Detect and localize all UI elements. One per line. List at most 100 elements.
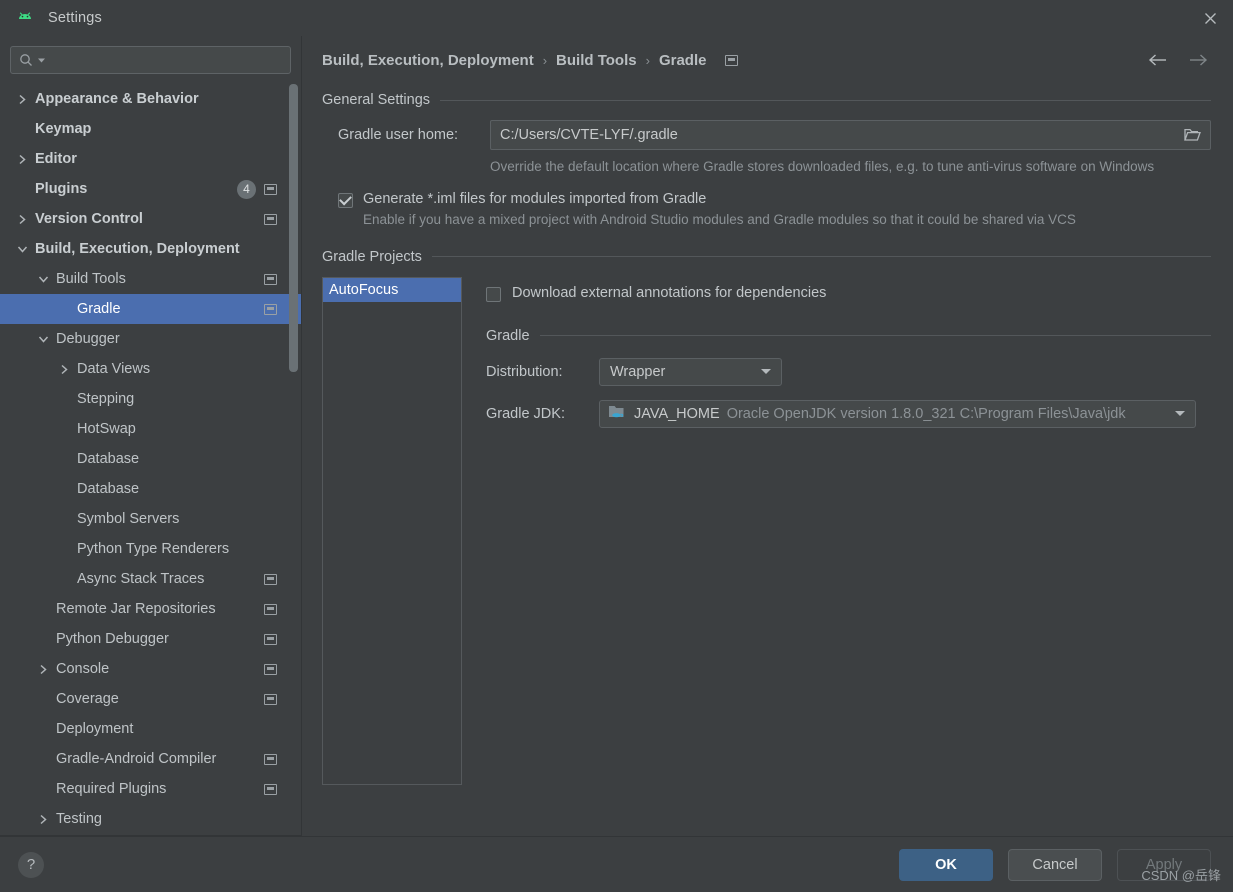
sidebar-item-version-control[interactable]: Version Control <box>0 204 301 234</box>
breadcrumb-item-1[interactable]: Build Tools <box>556 52 637 69</box>
sidebar-item-gradle-android-compiler[interactable]: Gradle-Android Compiler <box>0 744 301 774</box>
sidebar-item-plugins[interactable]: Plugins 4 <box>0 174 301 204</box>
sidebar-item-keymap[interactable]: Keymap <box>0 114 301 144</box>
sidebar-item-symbol-servers[interactable]: Symbol Servers <box>0 504 301 534</box>
sidebar-item-markers <box>256 573 277 585</box>
chevron-down-icon[interactable] <box>35 331 51 347</box>
sidebar-item-stepping[interactable]: Stepping <box>0 384 301 414</box>
generate-iml-label: Generate *.iml files for modules importe… <box>363 190 707 207</box>
sidebar-item-label: Coverage <box>56 691 119 707</box>
arrow-left-icon[interactable] <box>1147 49 1169 71</box>
folder-icon[interactable] <box>1178 122 1206 148</box>
sidebar-item-data-views[interactable]: Data Views <box>0 354 301 384</box>
sidebar-item-label: Console <box>56 661 110 677</box>
sidebar-item-deployment[interactable]: Deployment <box>0 714 301 744</box>
general-settings-header: General Settings <box>322 92 1211 108</box>
sidebar-item-required-plugins[interactable]: Required Plugins <box>0 774 301 804</box>
sidebar-item-markers <box>256 753 277 765</box>
search-dropdown-caret-icon[interactable] <box>38 57 45 64</box>
sidebar-item-label: Editor <box>35 151 77 167</box>
generate-iml-checkbox[interactable] <box>338 192 353 208</box>
settings-content: General Settings Gradle user home: C:/Us… <box>302 84 1233 836</box>
gradle-subsection-title: Gradle <box>486 327 530 344</box>
footer-buttons: OK Cancel Apply <box>899 848 1211 881</box>
arrow-right-icon[interactable] <box>1187 49 1209 71</box>
sidebar-item-testing[interactable]: Testing <box>0 804 301 834</box>
chevron-down-icon[interactable] <box>35 271 51 287</box>
gradle-projects-body: AutoFocus Download external annotations … <box>322 276 1211 785</box>
sidebar-item-label: Python Type Renderers <box>77 541 230 557</box>
title-bar-left: Settings <box>0 9 102 27</box>
sidebar-item-editor[interactable]: Editor <box>0 144 301 174</box>
sidebar-item-label: Version Control <box>35 211 143 227</box>
generate-iml-sub-hint: Enable if you have a mixed project with … <box>363 211 1076 227</box>
sidebar-item-async-stack-traces[interactable]: Async Stack Traces <box>0 564 301 594</box>
apply-button[interactable]: Apply <box>1117 848 1211 881</box>
sidebar-item-python-type-renderers[interactable]: Python Type Renderers <box>0 534 301 564</box>
download-annotations-label: Download external annotations for depend… <box>512 285 827 302</box>
list-item[interactable]: AutoFocus <box>323 277 461 302</box>
chevron-right-icon[interactable] <box>35 661 51 677</box>
search-input[interactable] <box>49 52 282 68</box>
project-settings-icon <box>264 693 277 705</box>
sidebar-item-build-tools[interactable]: Build Tools <box>0 264 301 294</box>
sidebar-item-hotswap[interactable]: HotSwap <box>0 414 301 444</box>
gradle-jdk-label: Gradle JDK: <box>486 405 565 422</box>
chevron-right-icon[interactable] <box>14 211 30 227</box>
sidebar-item-python-debugger[interactable]: Python Debugger <box>0 624 301 654</box>
sidebar-item-label: Gradle-Android Compiler <box>56 751 217 767</box>
sidebar-item-label: Python Debugger <box>56 631 169 647</box>
chevron-right-icon[interactable] <box>35 811 51 827</box>
gradle-subsection-header: Gradle <box>486 328 1211 344</box>
dialog-body: Appearance & Behavior Keymap Editor Plugins… <box>0 36 1233 836</box>
sidebar-item-database[interactable]: Database <box>0 474 301 504</box>
sidebar-item-label: Database <box>77 451 140 467</box>
ok-button[interactable]: OK <box>899 848 993 881</box>
title-bar: Settings <box>0 0 1233 36</box>
search-box[interactable] <box>10 46 291 74</box>
settings-main-panel: Build, Execution, Deployment › Build Too… <box>302 36 1233 836</box>
chevron-right-icon[interactable] <box>56 361 72 377</box>
cancel-button[interactable]: Cancel <box>1008 848 1102 881</box>
sidebar-item-markers <box>256 273 277 285</box>
sidebar-item-console[interactable]: Console <box>0 654 301 684</box>
chevron-down-icon[interactable] <box>14 241 30 257</box>
sidebar-item-coverage[interactable]: Coverage <box>0 684 301 714</box>
download-annotations-checkbox[interactable] <box>486 286 501 302</box>
gradle-user-home-hint: Override the default location where Grad… <box>490 159 1155 174</box>
java-folder-icon <box>608 403 627 424</box>
breadcrumb-item-0[interactable]: Build, Execution, Deployment <box>322 52 534 69</box>
gradle-user-home-input[interactable]: C:/Users/CVTE-LYF/.gradle <box>490 120 1211 150</box>
chevron-right-icon[interactable] <box>14 91 30 107</box>
sidebar-item-database[interactable]: Database <box>0 444 301 474</box>
breadcrumb: Build, Execution, Deployment › Build Too… <box>302 36 1233 84</box>
sidebar-item-markers <box>256 693 277 705</box>
gradle-projects-list[interactable]: AutoFocus <box>322 276 462 785</box>
sidebar-item-build-execution-deployment[interactable]: Build, Execution, Deployment <box>0 234 301 264</box>
project-settings-icon <box>264 303 277 315</box>
distribution-dropdown[interactable]: Wrapper <box>599 357 782 386</box>
sidebar-scrollbar-thumb[interactable] <box>289 84 298 372</box>
help-button[interactable]: ? <box>18 851 44 878</box>
sidebar-item-label: Plugins <box>35 181 88 197</box>
sidebar-item-remote-jar-repositories[interactable]: Remote Jar Repositories <box>0 594 301 624</box>
gradle-user-home-value: C:/Users/CVTE-LYF/.gradle <box>500 127 678 143</box>
sidebar-item-appearance-behavior[interactable]: Appearance & Behavior <box>0 84 301 114</box>
sidebar-item-debugger[interactable]: Debugger <box>0 324 301 354</box>
chevron-right-icon[interactable] <box>14 151 30 167</box>
sidebar-item-markers <box>256 303 277 315</box>
sidebar-item-gradle[interactable]: Gradle <box>0 294 301 324</box>
close-icon[interactable] <box>1187 0 1233 36</box>
sidebar-item-label: Required Plugins <box>56 781 167 797</box>
gradle-projects-header: Gradle Projects <box>322 249 1211 265</box>
gradle-jdk-dropdown[interactable]: JAVA_HOME Oracle OpenJDK version 1.8.0_3… <box>599 399 1196 428</box>
gradle-projects-title: Gradle Projects <box>322 248 422 265</box>
settings-tree[interactable]: Appearance & Behavior Keymap Editor Plugins… <box>0 82 301 836</box>
distribution-value: Wrapper <box>610 363 666 380</box>
